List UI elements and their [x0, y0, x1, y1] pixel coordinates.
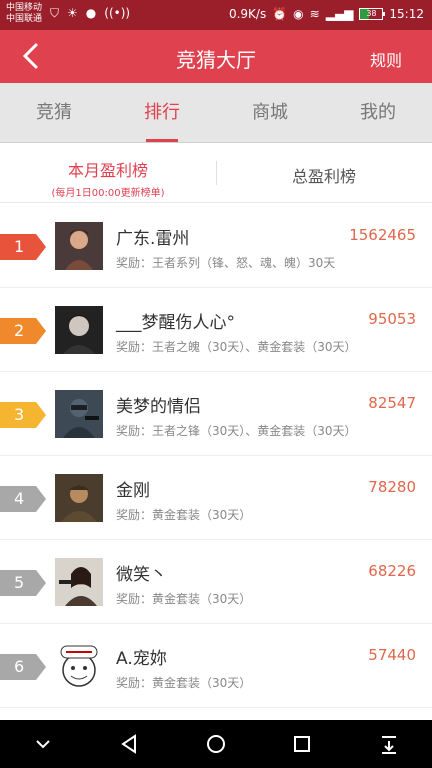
- carrier-2: 中国联通: [6, 14, 43, 24]
- avatar: [55, 558, 103, 606]
- ranking-row[interactable]: 5 微笑丶 68226 奖励：黄金套装（30天）: [0, 540, 432, 624]
- reward-text: 奖励：黄金套装（30天）: [116, 508, 252, 522]
- ranking-row[interactable]: 1 广东.雷州 1562465 奖励：王者系列（锋、怒、魂、魄）30天: [0, 204, 432, 288]
- system-nav-bar: [0, 720, 432, 768]
- bird-icon: ●: [85, 6, 97, 20]
- eye-icon: ◉: [293, 7, 304, 21]
- rank-badge: 1: [0, 234, 46, 260]
- clock: 15:12: [389, 7, 424, 21]
- reward-text: 奖励：王者系列（锋、怒、魂、魄）30天: [116, 256, 336, 270]
- reward-text: 奖励：黄金套装（30天）: [116, 592, 252, 606]
- battery-icon: 38: [359, 8, 386, 20]
- alarm-icon: ⏰: [272, 7, 288, 21]
- monthly-profit-label: 本月盈利榜: [67, 161, 148, 180]
- rank-badge: 4: [0, 486, 46, 512]
- ranking-row[interactable]: 6 A.宠妳 57440 奖励：黄金套装（30天）: [0, 624, 432, 708]
- monthly-update-note: (每月1日00:00更新榜单): [51, 188, 165, 199]
- avatar: [55, 642, 103, 690]
- notification-icons: ⛉ ☀ ● ((•)): [50, 6, 130, 21]
- notification-pull-icon[interactable]: [378, 733, 400, 755]
- ranking-subtabs: 本月盈利榜 (每月1日00:00更新榜单) 总盈利榜: [0, 143, 432, 203]
- tab-shop[interactable]: 商城: [216, 83, 324, 142]
- avatar: [55, 390, 103, 438]
- recents-nav-icon[interactable]: [291, 733, 313, 755]
- tab-monthly-profit[interactable]: 本月盈利榜 (每月1日00:00更新榜单): [0, 143, 216, 202]
- carrier-info: 中国移动 中国联通: [6, 3, 42, 25]
- sun-icon: ☀: [67, 6, 78, 20]
- rank-badge: 2: [0, 318, 46, 344]
- wifi-icon: ≋: [309, 7, 320, 21]
- player-name: ___梦醒伤人心°: [116, 313, 235, 333]
- hide-nav-icon[interactable]: [32, 733, 54, 755]
- ranking-row[interactable]: 3 美梦的情侣 82547 奖励：王者之锋（30天）、黄金套装（30天）: [0, 372, 432, 456]
- back-nav-icon[interactable]: [119, 733, 141, 755]
- status-bar: 中国移动 中国联通 ⛉ ☀ ● ((•)) 0.9K/s ⏰ ◉ ≋ ▂▄▆ 3…: [0, 0, 432, 30]
- avatar: [55, 306, 103, 354]
- player-name: 金刚: [116, 481, 150, 501]
- title-bar: 竞猜大厅 规则: [0, 30, 432, 83]
- status-right: 0.9K/s ⏰ ◉ ≋ ▂▄▆ 38 15:12: [229, 7, 424, 21]
- profit-score: 1562465: [349, 226, 416, 244]
- reward-text: 奖励：黄金套装（30天）: [116, 676, 252, 690]
- rank-badge: 5: [0, 570, 46, 596]
- signal-broadcast-icon: ((•)): [104, 6, 131, 20]
- ranking-row[interactable]: 4 金刚 78280 奖励：黄金套装（30天）: [0, 456, 432, 540]
- tab-mine[interactable]: 我的: [324, 83, 432, 142]
- profit-score: 78280: [368, 478, 416, 496]
- tab-guess[interactable]: 竞猜: [0, 83, 108, 142]
- avatar: [55, 474, 103, 522]
- home-nav-icon[interactable]: [205, 733, 227, 755]
- profit-score: 95053: [368, 310, 416, 328]
- shield-icon: ⛉: [50, 6, 60, 20]
- rank-badge: 3: [0, 402, 46, 428]
- battery-level: 38: [366, 9, 377, 18]
- network-speed: 0.9K/s: [228, 7, 267, 21]
- profit-score: 82547: [368, 394, 416, 412]
- player-name: 微笑丶: [116, 565, 167, 585]
- ranking-row[interactable]: 2 ___梦醒伤人心° 95053 奖励：王者之魄（30天）、黄金套装（30天）: [0, 288, 432, 372]
- tab-ranking[interactable]: 排行: [108, 83, 216, 142]
- rank-badge: 6: [0, 654, 46, 680]
- reward-text: 奖励：王者之锋（30天）、黄金套装（30天）: [116, 424, 357, 438]
- reward-text: 奖励：王者之魄（30天）、黄金套装（30天）: [116, 340, 357, 354]
- main-tabs: 竞猜 排行 商城 我的: [0, 83, 432, 143]
- profit-score: 57440: [368, 646, 416, 664]
- tab-total-profit[interactable]: 总盈利榜: [216, 143, 432, 202]
- signal-icon: ▂▄▆: [325, 7, 354, 21]
- rules-button[interactable]: 规则: [370, 47, 402, 71]
- player-name: 广东.雷州: [116, 229, 190, 249]
- total-profit-label: 总盈利榜: [291, 167, 356, 186]
- player-name: A.宠妳: [116, 649, 167, 669]
- profit-score: 68226: [368, 562, 416, 580]
- carrier-1: 中国移动: [6, 3, 43, 13]
- player-name: 美梦的情侣: [116, 397, 201, 417]
- ranking-list: 1 广东.雷州 1562465 奖励：王者系列（锋、怒、魂、魄）30天 2 __…: [0, 204, 432, 708]
- page-title: 竞猜大厅: [176, 48, 256, 72]
- avatar: [55, 222, 103, 270]
